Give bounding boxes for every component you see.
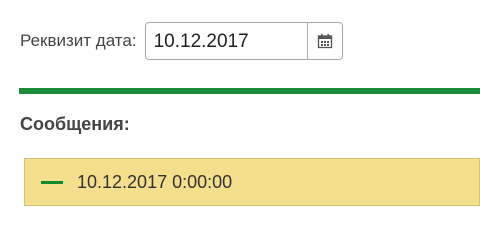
calendar-button[interactable] xyxy=(306,23,342,59)
message-text: 10.12.2017 0:00:00 xyxy=(77,171,233,192)
requisite-date-label: Реквизит дата: xyxy=(20,31,137,50)
section-divider xyxy=(19,88,480,94)
messages-title: Сообщения: xyxy=(20,114,130,134)
date-field[interactable]: 10.12.2017 xyxy=(144,22,343,61)
collapse-minus-icon[interactable] xyxy=(41,180,63,184)
date-field-value[interactable]: 10.12.2017 xyxy=(154,23,249,61)
message-item[interactable]: 10.12.2017 0:00:00 xyxy=(24,158,480,206)
calendar-icon xyxy=(317,34,332,49)
requisite-date-row: Реквизит дата: 10.12.2017 xyxy=(20,22,343,60)
